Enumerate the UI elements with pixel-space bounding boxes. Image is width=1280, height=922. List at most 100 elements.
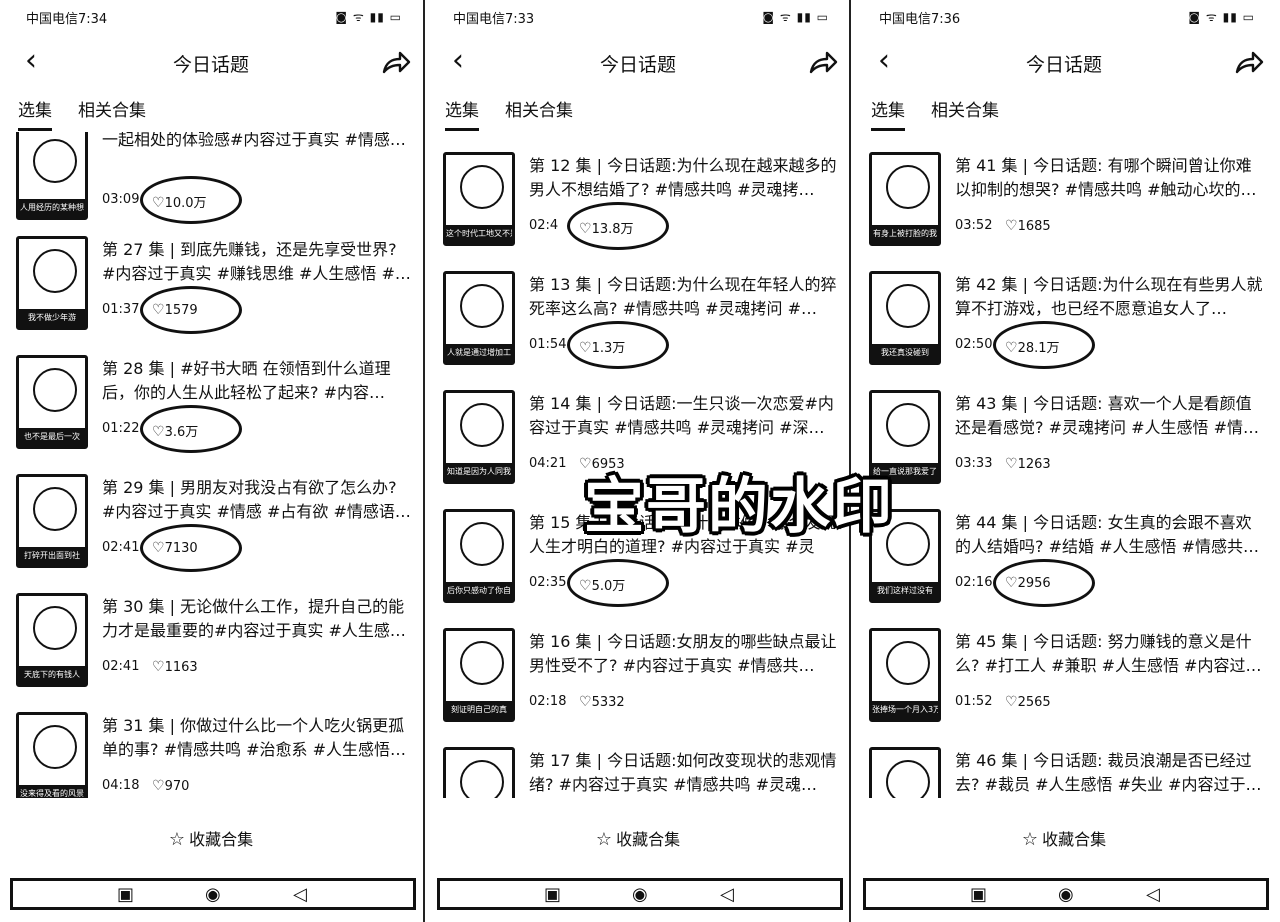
list-item[interactable]: 张捧场一个月入3万 第 45 集 | 今日话题: 努力赚钱的意义是什么? #打工… (853, 612, 1275, 731)
tab-episodes[interactable]: 选集 (871, 96, 905, 121)
home-icon[interactable]: ◉ (1058, 884, 1074, 906)
episode-title[interactable]: 第 31 集 | 你做过什么比一个人吃火锅更孤单的事? #情感共鸣 #治愈系 #… (102, 714, 412, 762)
phone-screen-1: 中国电信7:34 ◙ ᯤ ▮▮ ▭ ‹ 今日话题 选集 相关合集 人用经历的某种… (0, 0, 422, 922)
episode-title[interactable]: 第 44 集 | 今日话题: 女生真的会跟不喜欢的人结婚吗? #结婚 #人生感悟… (955, 511, 1265, 559)
episode-list[interactable]: 有身上被打脸的我 第 41 集 | 今日话题: 有哪个瞬间曾让你难以抑制的想哭?… (853, 132, 1275, 798)
episode-title[interactable]: 第 16 集 | 今日话题:女朋友的哪些缺点最让男性受不了? #内容过于真实 #… (529, 630, 839, 678)
list-item[interactable]: 第 17 集 | 今日话题:如何改变现状的悲观情绪? #内容过于真实 #情感共鸣… (427, 731, 849, 798)
share-icon[interactable] (380, 48, 412, 78)
top-nav: ‹ 今日话题 (0, 40, 422, 84)
meme-face-icon (886, 403, 930, 447)
episode-thumbnail[interactable]: 知道是因为人同我 (443, 390, 515, 484)
episode-title[interactable]: 第 42 集 | 今日话题:为什么现在有些男人就算不打游戏，也已经不愿意追女人了… (955, 273, 1265, 321)
episode-thumbnail[interactable]: 打碎开出面到社 (16, 474, 88, 568)
highlight-circle (993, 321, 1095, 369)
episode-thumbnail[interactable]: 有身上被打脸的我 (869, 152, 941, 246)
thumbnail-caption: 我还真没碰到 (872, 344, 938, 362)
episode-title[interactable]: 第 12 集 | 今日话题:为什么现在越来越多的男人不想结婚了? #情感共鸣 #… (529, 154, 839, 202)
episode-thumbnail[interactable]: 我还真没碰到 (869, 271, 941, 365)
tab-related-collections[interactable]: 相关合集 (505, 96, 573, 121)
list-item[interactable]: 我不做少年游 第 27 集 | 到底先赚钱，还是先享受世界? #内容过于真实 #… (0, 220, 422, 339)
likes[interactable]: ♡2565 (1005, 694, 1051, 710)
likes[interactable]: ♡1263 (1005, 456, 1051, 472)
episode-thumbnail[interactable]: 人就是通过增加工 (443, 271, 515, 365)
episode-thumbnail[interactable] (443, 747, 515, 798)
list-item[interactable]: 我还真没碰到 第 42 集 | 今日话题:为什么现在有些男人就算不打游戏，也已经… (853, 255, 1275, 374)
collect-button[interactable]: ☆ 收藏合集 (427, 826, 849, 850)
likes[interactable]: ♡1685 (1005, 218, 1051, 234)
likes[interactable]: ♡5332 (579, 694, 625, 710)
thumbnail-caption: 天底下的有钱人 (19, 666, 85, 684)
tab-related-collections[interactable]: 相关合集 (78, 96, 146, 121)
episode-thumbnail[interactable]: 这个时代工地又不是 (443, 152, 515, 246)
heart-icon: ♡ (152, 659, 165, 675)
duration: 02:41 (102, 659, 140, 674)
recent-apps-icon[interactable]: ▣ (970, 884, 987, 906)
meme-face-icon (33, 725, 77, 769)
list-item[interactable]: 人用经历的某种想 一起相处的体验感#内容过于真实 #情感… 03:09 ♡10.… (0, 132, 422, 229)
meme-face-icon (460, 641, 504, 685)
home-icon[interactable]: ◉ (632, 884, 648, 906)
episode-title[interactable]: 第 43 集 | 今日话题: 喜欢一个人是看颜值还是看感觉? #灵魂拷问 #人生… (955, 392, 1265, 440)
episode-title[interactable]: 第 27 集 | 到底先赚钱，还是先享受世界? #内容过于真实 #赚钱思维 #人… (102, 238, 412, 286)
highlight-circle (567, 559, 669, 607)
episode-title[interactable]: 第 45 集 | 今日话题: 努力赚钱的意义是什么? #打工人 #兼职 #人生感… (955, 630, 1265, 678)
collect-label: 收藏合集 (189, 830, 254, 849)
share-icon[interactable] (1233, 48, 1265, 78)
episode-thumbnail[interactable]: 天底下的有钱人 (16, 593, 88, 687)
list-item[interactable]: 没来得及看的风景 第 31 集 | 你做过什么比一个人吃火锅更孤单的事? #情感… (0, 696, 422, 798)
list-item[interactable]: 这个时代工地又不是 第 12 集 | 今日话题:为什么现在越来越多的男人不想结婚… (427, 136, 849, 255)
episode-thumbnail[interactable]: 人用经历的某种想 (16, 132, 88, 220)
list-item[interactable]: 也不是最后一次 第 28 集 | #好书大晒 在领悟到什么道理后，你的人生从此轻… (0, 339, 422, 458)
episode-thumbnail[interactable]: 张捧场一个月入3万 (869, 628, 941, 722)
episode-thumbnail[interactable]: 也不是最后一次 (16, 355, 88, 449)
system-status-icons: ◙ ᯤ ▮▮ ▭ (1188, 10, 1255, 24)
list-item[interactable]: 刻证明自己的真 第 16 集 | 今日话题:女朋友的哪些缺点最让男性受不了? #… (427, 612, 849, 731)
episode-title[interactable]: 第 28 集 | #好书大晒 在领悟到什么道理后，你的人生从此轻松了起来? #内… (102, 357, 412, 405)
episode-title[interactable]: 第 29 集 | 男朋友对我没占有欲了怎么办? #内容过于真实 #情感 #占有欲… (102, 476, 412, 524)
collect-button[interactable]: ☆ 收藏合集 (853, 826, 1275, 850)
episode-title[interactable]: 第 17 集 | 今日话题:如何改变现状的悲观情绪? #内容过于真实 #情感共鸣… (529, 749, 839, 797)
back-icon[interactable]: ◁ (1146, 884, 1160, 906)
tab-episodes[interactable]: 选集 (18, 96, 52, 121)
episode-thumbnail[interactable]: 我不做少年游 (16, 236, 88, 330)
episode-title[interactable]: 一起相处的体验感#内容过于真实 #情感… (102, 132, 412, 176)
thumbnail-caption: 打碎开出面到社 (19, 547, 85, 565)
list-item[interactable]: 给一直说那我爱了 第 43 集 | 今日话题: 喜欢一个人是看颜值还是看感觉? … (853, 374, 1275, 493)
meme-face-icon (886, 760, 930, 798)
likes[interactable]: ♡1163 (152, 659, 198, 675)
likes[interactable]: ♡970 (152, 778, 189, 794)
top-nav: ‹ 今日话题 (853, 40, 1275, 84)
system-nav-bar: ▣ ◉ ◁ (437, 878, 843, 910)
recent-apps-icon[interactable]: ▣ (544, 884, 561, 906)
tab-episodes[interactable]: 选集 (445, 96, 479, 121)
episode-thumbnail[interactable]: 裁员浪潮 (869, 747, 941, 798)
episode-list[interactable]: 人用经历的某种想 一起相处的体验感#内容过于真实 #情感… 03:09 ♡10.… (0, 132, 422, 798)
collect-button[interactable]: ☆ 收藏合集 (0, 826, 422, 850)
list-item[interactable]: 有身上被打脸的我 第 41 集 | 今日话题: 有哪个瞬间曾让你难以抑制的想哭?… (853, 136, 1275, 255)
list-item[interactable]: 裁员浪潮 第 46 集 | 今日话题: 裁员浪潮是否已经过去? #裁员 #人生感… (853, 731, 1275, 798)
thumbnail-caption: 后你只感动了你自 (446, 582, 512, 600)
episode-title[interactable]: 第 46 集 | 今日话题: 裁员浪潮是否已经过去? #裁员 #人生感悟 #失业… (955, 749, 1265, 797)
list-item[interactable]: 我们这样过没有 第 44 集 | 今日话题: 女生真的会跟不喜欢的人结婚吗? #… (853, 493, 1275, 612)
episode-title[interactable]: 第 14 集 | 今日话题:一生只谈一次恋爱#内容过于真实 #情感共鸣 #灵魂拷… (529, 392, 839, 440)
list-item[interactable]: 人就是通过增加工 第 13 集 | 今日话题:为什么现在年轻人的猝死率这么高? … (427, 255, 849, 374)
meme-face-icon (460, 403, 504, 447)
episode-thumbnail[interactable]: 后你只感动了你自 (443, 509, 515, 603)
home-icon[interactable]: ◉ (205, 884, 221, 906)
episode-title[interactable]: 第 30 集 | 无论做什么工作，提升自己的能力才是最重要的#内容过于真实 #人… (102, 595, 412, 643)
episode-thumbnail[interactable]: 刻证明自己的真 (443, 628, 515, 722)
episode-title[interactable]: 第 41 集 | 今日话题: 有哪个瞬间曾让你难以抑制的想哭? #情感共鸣 #触… (955, 154, 1265, 202)
episode-thumbnail[interactable]: 没来得及看的风景 (16, 712, 88, 798)
back-icon[interactable]: ◁ (293, 884, 307, 906)
recent-apps-icon[interactable]: ▣ (117, 884, 134, 906)
tab-related-collections[interactable]: 相关合集 (931, 96, 999, 121)
duration: 02:35 (529, 575, 567, 590)
meme-face-icon (33, 606, 77, 650)
list-item[interactable]: 打碎开出面到社 第 29 集 | 男朋友对我没占有欲了怎么办? #内容过于真实 … (0, 458, 422, 577)
duration: 04:21 (529, 456, 567, 471)
share-icon[interactable] (807, 48, 839, 78)
episode-title[interactable]: 第 13 集 | 今日话题:为什么现在年轻人的猝死率这么高? #情感共鸣 #灵魂… (529, 273, 839, 321)
list-item[interactable]: 天底下的有钱人 第 30 集 | 无论做什么工作，提升自己的能力才是最重要的#内… (0, 577, 422, 696)
back-icon[interactable]: ◁ (720, 884, 734, 906)
